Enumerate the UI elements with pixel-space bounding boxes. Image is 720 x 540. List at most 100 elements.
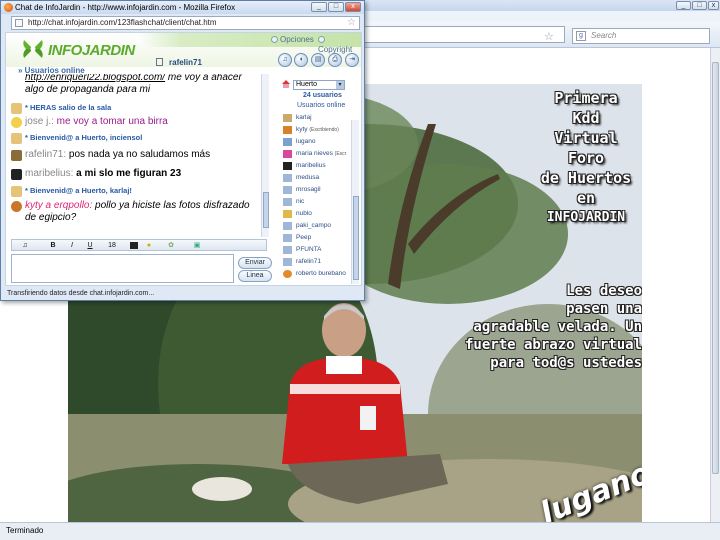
caption-line: Virtual — [554, 129, 618, 147]
user-list-item[interactable]: Peep — [283, 233, 359, 243]
user-name: PFUNTA — [296, 246, 322, 253]
system-message: * Bienvenid@ a Huerto, karlaj! — [25, 186, 132, 195]
chevron-down-icon: ▾ — [336, 81, 344, 89]
line-button[interactable]: Linea — [238, 270, 272, 282]
close-button[interactable]: x — [708, 1, 719, 10]
bold-button[interactable]: B — [48, 241, 58, 250]
color-picker-icon[interactable] — [130, 242, 138, 249]
user-list-item[interactable]: nublo — [283, 209, 359, 219]
photo-caption: Primera Kdd Virtual Foro de Huertos en I… — [530, 88, 642, 228]
user-list-item[interactable]: mrosagil — [283, 185, 359, 195]
chat-close-button[interactable]: x — [345, 2, 361, 12]
user-name: roberto burebano — [296, 270, 346, 277]
chat-url-text: http://chat.infojardin.com/123flashchat/… — [28, 18, 217, 27]
user-name: nic — [296, 198, 305, 205]
underline-button[interactable]: U — [85, 241, 95, 250]
minimize-button[interactable]: _ — [676, 1, 691, 10]
user-list-item[interactable]: maria nieves (Escr — [283, 149, 359, 159]
user-avatar-icon — [283, 234, 292, 242]
user-list-item[interactable]: maribelius — [283, 161, 359, 171]
user-list-item[interactable]: rafelin71 — [283, 257, 359, 267]
chat-message: kyty a erqpollo: pollo ya hiciste las fo… — [11, 200, 263, 224]
user-status: (Escribiendo) — [309, 127, 339, 133]
greeting-line: para tod@s ustedes — [490, 355, 642, 371]
message-input[interactable] — [11, 254, 234, 283]
chat-message: jose j.: me voy a tomar una birra — [11, 116, 263, 128]
animal-avatar-icon — [11, 201, 22, 212]
bookmark-star-icon[interactable]: ☆ — [544, 30, 554, 43]
italic-button[interactable]: I — [67, 241, 77, 250]
chat-titlebar: Chat de InfoJardin - http://www.infojard… — [1, 1, 364, 14]
message-link[interactable]: http://enriquerl22.blogspot.com/ — [25, 74, 165, 83]
sound-icon[interactable]: ◖ — [294, 53, 308, 67]
user-avatar-icon — [283, 270, 292, 278]
current-user-name: rafelin71 — [169, 58, 202, 67]
font-icon[interactable]: ♫ — [20, 241, 30, 250]
format-toolbar: ♫ B I U 18 ● ✿ ▣ — [11, 239, 267, 251]
options-link[interactable]: Opciones — [271, 35, 314, 45]
page-icon — [15, 19, 23, 27]
user-avatar-icon — [283, 150, 292, 158]
chat-address-bar[interactable]: http://chat.infojardin.com/123flashchat/… — [11, 16, 360, 30]
chat-window: Chat de InfoJardin - http://www.infojard… — [0, 0, 365, 301]
message-text: a mi slo me figuran 23 — [73, 168, 182, 179]
chat-message: http://enriquerl22.blogspot.com/ me voy … — [11, 74, 263, 96]
message-nick[interactable]: rafelin71: — [25, 149, 66, 160]
system-icon — [11, 133, 22, 144]
user-name: rafelin71 — [296, 258, 321, 265]
caption-line: de Huertos — [540, 169, 632, 187]
user-list-item[interactable]: nic — [283, 197, 359, 207]
save-icon[interactable]: ▤ — [311, 53, 325, 67]
bat-avatar-icon — [11, 169, 22, 180]
message-text: pos nada ya no saludamos más — [66, 149, 211, 160]
chat-message: * HERAS salio de la sala — [11, 102, 263, 114]
chat-message: * Bienvenid@ a Huerto, karlaj! — [11, 185, 263, 197]
users-online-label: Usuarios online — [297, 102, 346, 109]
search-input[interactable]: g Search — [572, 28, 710, 44]
user-avatar-icon — [283, 198, 292, 206]
user-list-scrollbar[interactable] — [351, 120, 359, 284]
user-list-item[interactable]: karlaj — [283, 113, 359, 123]
status-bar: Terminado — [0, 522, 720, 540]
exit-icon[interactable]: ⇥ — [345, 53, 359, 67]
image-icon[interactable]: ✿ — [166, 241, 176, 250]
infojardin-logo-icon — [23, 40, 43, 58]
print-icon[interactable]: ⎙ — [328, 53, 342, 67]
user-list-item[interactable]: roberto burebano — [283, 269, 359, 279]
system-icon — [11, 186, 22, 197]
greeting-line: pasen una — [566, 301, 642, 317]
user-count: 24 usuarios — [303, 92, 342, 99]
message-nick[interactable]: maribelius: — [25, 168, 73, 179]
chat-status-text: Transfiriendo datos desde chat.infojardi… — [7, 290, 155, 297]
user-list-item[interactable]: lugano — [283, 137, 359, 147]
background-icon[interactable]: ▣ — [192, 241, 202, 250]
photo-greeting: Les deseo pasen una agradable velada. Un… — [458, 282, 642, 372]
emoticon-icon[interactable]: ● — [144, 241, 154, 250]
music-icon[interactable]: ♫ — [278, 53, 292, 67]
bookmark-star-icon[interactable]: ☆ — [347, 17, 356, 29]
user-list-item[interactable]: PFUNTA — [283, 245, 359, 255]
address-bar[interactable] — [365, 26, 565, 43]
caption-line: Primera — [554, 89, 618, 107]
font-size-select[interactable]: 18 — [104, 241, 120, 250]
copyright-link[interactable]: Copyright — [318, 35, 361, 55]
user-avatar-icon — [283, 222, 292, 230]
user-avatar-icon — [283, 210, 292, 218]
maximize-button[interactable]: □ — [692, 1, 707, 10]
user-avatar-icon — [283, 126, 292, 134]
user-list-item[interactable]: medusa — [283, 173, 359, 183]
chat-log-scrollbar[interactable] — [261, 74, 269, 237]
user-list-item[interactable]: paki_campo — [283, 221, 359, 231]
chat-minimize-button[interactable]: _ — [311, 2, 327, 12]
page-scrollbar[interactable] — [710, 48, 720, 522]
send-button[interactable]: Enviar — [238, 257, 272, 269]
user-name: Peep — [296, 234, 312, 241]
user-name: kyty — [296, 126, 308, 133]
system-icon — [11, 103, 22, 114]
message-nick[interactable]: jose j.: — [25, 116, 54, 127]
greeting-line: Les deseo — [566, 283, 642, 299]
chat-maximize-button[interactable]: □ — [328, 2, 344, 12]
user-list-item[interactable]: kyty (Escribiendo) — [283, 125, 359, 135]
room-select[interactable]: Huerto ▾ — [293, 80, 345, 90]
message-nick[interactable]: kyty a erqpollo: — [25, 200, 92, 211]
